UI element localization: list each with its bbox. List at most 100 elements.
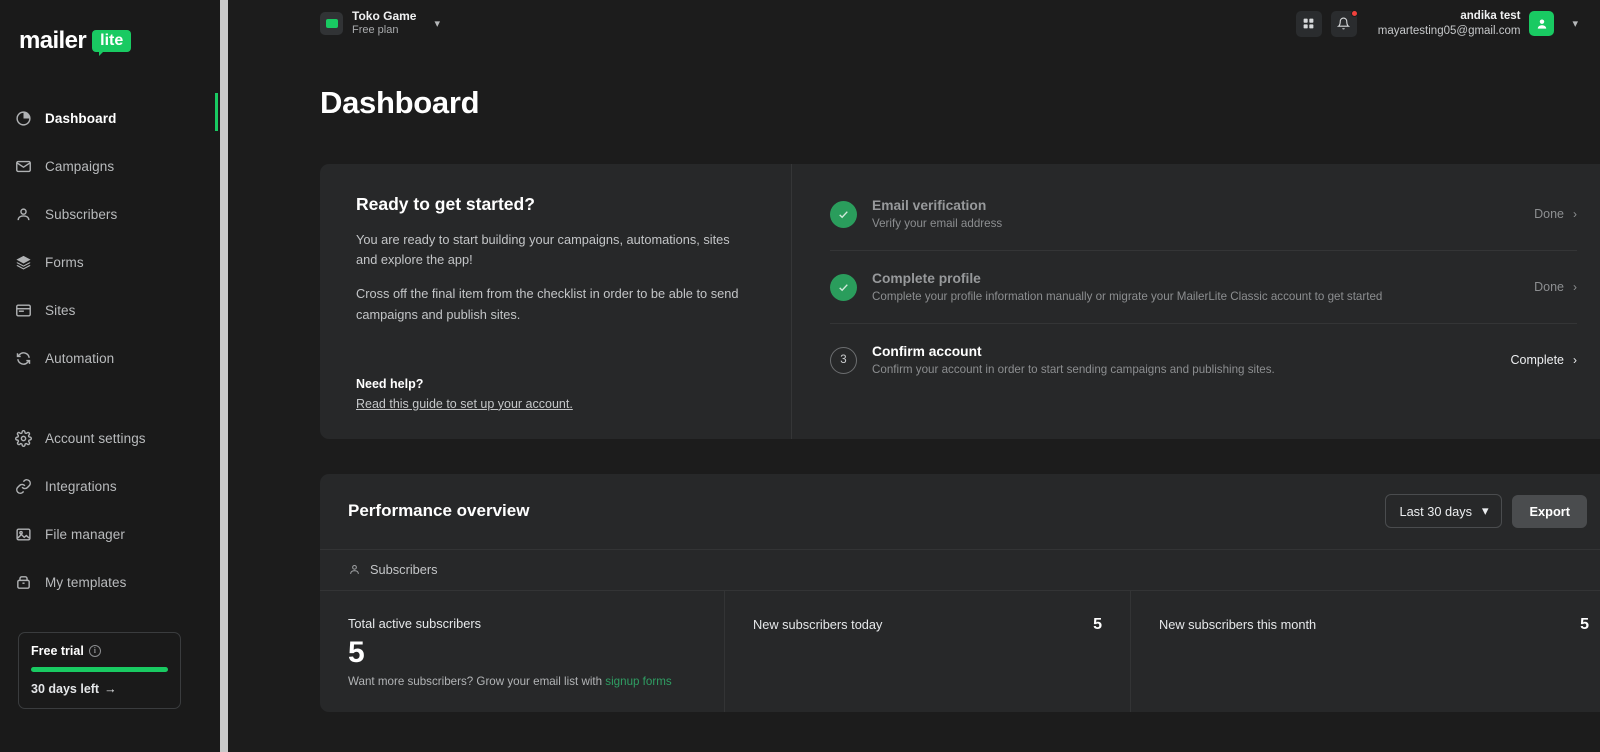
user-name: andika test (1460, 9, 1521, 22)
step-number-badge: 3 (830, 346, 857, 374)
sidebar-item-label: Integrations (45, 478, 117, 494)
get-started-paragraph-2: Cross off the final item from the checkl… (356, 286, 739, 322)
checklist-item-action[interactable]: Complete › (1511, 353, 1578, 367)
sidebar-item-subscribers[interactable]: Subscribers (0, 190, 218, 238)
apps-grid-button[interactable] (1295, 10, 1322, 37)
top-bar: Toko Game Free plan ▾ andika test mayart… (218, 0, 1600, 47)
workspace-logo-icon (320, 12, 343, 35)
gear-icon (15, 429, 32, 447)
refresh-icon (15, 350, 32, 367)
checklist-item-text: Confirm account Confirm your account in … (872, 344, 1511, 376)
sidebar-item-account-settings[interactable]: Account settings (0, 414, 218, 462)
checklist-item-description: Complete your profile information manual… (872, 290, 1383, 303)
signup-forms-link[interactable]: signup forms (605, 675, 671, 688)
sidebar-item-campaigns[interactable]: Campaigns (0, 142, 218, 190)
subscriber-stats-grid: Total active subscribers 5 Want more sub… (320, 590, 1600, 713)
user-email: mayartesting05@gmail.com (1377, 24, 1521, 37)
app-logo[interactable]: mailer lite (0, 0, 218, 60)
sidebar-item-label: Subscribers (45, 206, 118, 222)
checklist-item-status[interactable]: Done › (1534, 207, 1577, 221)
workspace-name: Toko Game (352, 9, 417, 24)
sidebar-nav: Dashboard Campaigns Subscribers Forms Si… (0, 94, 218, 606)
chevron-right-icon: › (1573, 207, 1577, 221)
chevron-right-icon: › (1573, 280, 1577, 294)
logo-text-mailer: mailer (19, 27, 87, 54)
get-started-heading: Ready to get started? (356, 194, 535, 214)
stat-new-subscribers-today: New subscribers today 5 (725, 590, 1131, 713)
sidebar-item-label: My templates (45, 574, 127, 590)
free-trial-days-left[interactable]: 30 days left → (31, 682, 168, 696)
checklist-item-confirm-account[interactable]: 3 Confirm account Confirm your account i… (830, 323, 1577, 396)
sidebar-item-file-manager[interactable]: File manager (0, 510, 218, 558)
export-button[interactable]: Export (1512, 494, 1587, 528)
get-started-paragraph-1: You are ready to start building your cam… (356, 232, 730, 268)
app-root: mailer lite Dashboard Campaigns Subscrib… (0, 0, 1600, 752)
stat-new-subscribers-this-month: New subscribers this month 5 (1131, 591, 1600, 713)
sidebar-item-automation[interactable]: Automation (0, 334, 218, 382)
checklist-item-email-verification[interactable]: Email verification Verify your email add… (830, 178, 1577, 250)
checklist-item-title: Email verification (872, 198, 987, 213)
performance-overview-card: Performance overview Last 30 days ▾ Expo… (320, 473, 1600, 713)
performance-controls: Last 30 days ▾ Export (1385, 494, 1587, 529)
stat-label: New subscribers today (753, 617, 883, 633)
stat-row: New subscribers today 5 (753, 616, 1102, 634)
checklist-item-text: Complete profile Complete your profile i… (872, 271, 1534, 303)
sidebar-item-label: Campaigns (45, 158, 115, 174)
top-bar-actions: andika test mayartesting05@gmail.com ▾ (1295, 9, 1578, 39)
notifications-button[interactable] (1330, 9, 1358, 37)
stat-value: 5 (1093, 615, 1102, 633)
free-trial-days-text: 30 days left (31, 682, 100, 696)
layers-icon (15, 254, 32, 271)
chevron-down-icon: ▾ (434, 18, 440, 30)
free-trial-header: Free trial i (31, 644, 168, 658)
sidebar: mailer lite Dashboard Campaigns Subscrib… (0, 0, 218, 752)
get-started-intro: Ready to get started? You are ready to s… (320, 164, 792, 439)
checklist: Email verification Verify your email add… (792, 164, 1600, 439)
checklist-item-title: Confirm account (872, 344, 982, 359)
free-trial-progress (31, 667, 168, 672)
pie-chart-icon (15, 110, 32, 127)
date-range-label: Last 30 days (1399, 503, 1473, 519)
archive-icon (15, 574, 32, 591)
user-menu[interactable]: andika test mayartesting05@gmail.com ▾ (1378, 9, 1578, 39)
stat-value: 5 (1580, 615, 1589, 633)
check-circle-icon (830, 273, 857, 301)
sidebar-item-label: Dashboard (45, 110, 117, 126)
chevron-down-icon[interactable]: ▾ (1572, 17, 1578, 30)
setup-guide-link[interactable]: Read this guide to set up your account. (356, 397, 751, 411)
envelope-icon (15, 158, 32, 175)
sidebar-item-forms[interactable]: Forms (0, 238, 218, 286)
date-range-dropdown[interactable]: Last 30 days ▾ (1385, 494, 1503, 529)
page-title: Dashboard (320, 85, 480, 120)
checklist-item-description: Verify your email address (872, 217, 1003, 230)
sidebar-item-my-templates[interactable]: My templates (0, 558, 218, 606)
sidebar-item-sites[interactable]: Sites (0, 286, 218, 334)
scrollbar-thumb[interactable] (220, 0, 228, 752)
performance-header: Performance overview Last 30 days ▾ Expo… (320, 474, 1600, 549)
free-trial-card[interactable]: Free trial i 30 days left → (18, 632, 181, 709)
checklist-item-text: Email verification Verify your email add… (872, 198, 1534, 230)
performance-title: Performance overview (348, 501, 530, 521)
stat-footnote: Want more subscribers? Grow your email l… (348, 675, 696, 688)
checklist-item-description: Confirm your account in order to start s… (872, 363, 1275, 376)
sidebar-divider-gap (0, 382, 218, 414)
checklist-item-status-label: Done (1534, 280, 1564, 294)
checklist-item-status[interactable]: Done › (1534, 280, 1577, 294)
user-icon (15, 206, 32, 223)
sidebar-item-label: File manager (45, 526, 125, 542)
checklist-item-complete-profile[interactable]: Complete profile Complete your profile i… (830, 250, 1577, 323)
workspace-switcher[interactable]: Toko Game Free plan ▾ (320, 9, 440, 38)
chevron-down-icon: ▾ (1482, 503, 1489, 519)
link-icon (15, 478, 32, 495)
sidebar-item-dashboard[interactable]: Dashboard (0, 94, 218, 142)
user-info: andika test mayartesting05@gmail.com (1378, 9, 1521, 39)
sidebar-item-integrations[interactable]: Integrations (0, 462, 218, 510)
checklist-item-status-label: Done (1534, 207, 1564, 221)
sidebar-item-label: Forms (45, 254, 84, 270)
check-circle-icon (830, 200, 857, 228)
avatar[interactable] (1529, 11, 1555, 36)
grid-apps-icon (1302, 17, 1315, 30)
stat-row: New subscribers this month 5 (1159, 616, 1589, 634)
stat-value: 5 (348, 635, 365, 669)
info-icon[interactable]: i (88, 645, 101, 657)
